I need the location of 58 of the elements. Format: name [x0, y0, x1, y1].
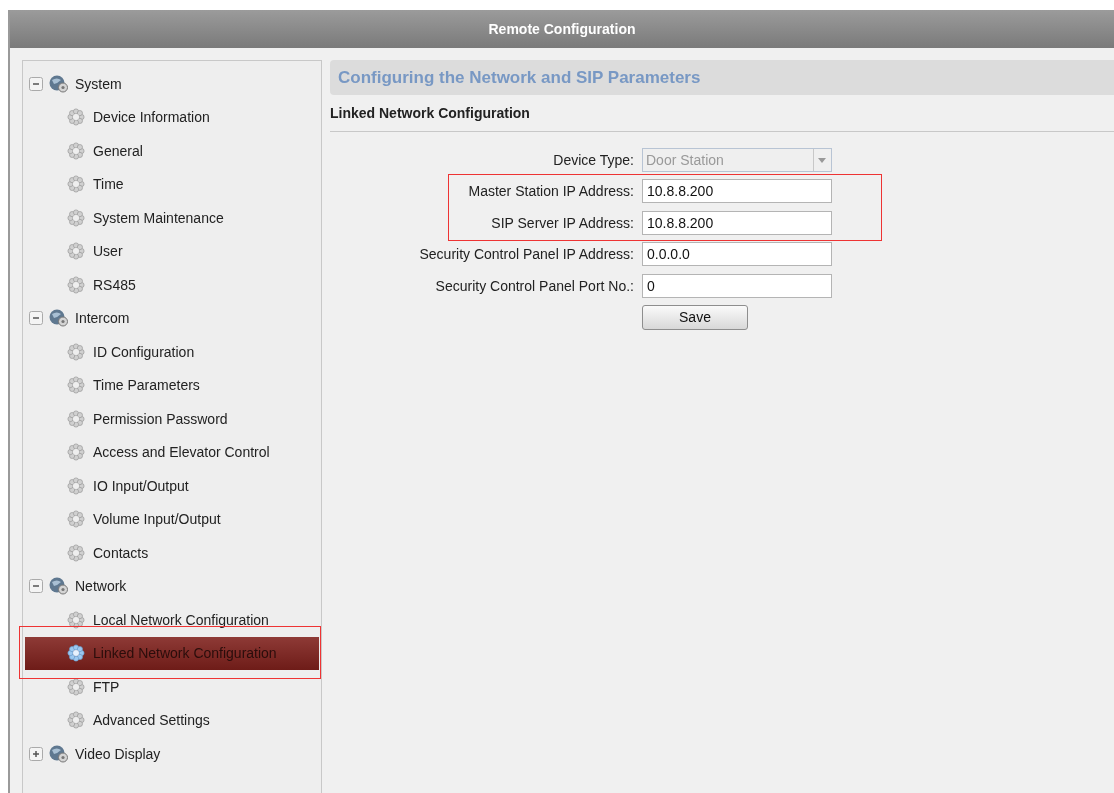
globe-gear-icon: [49, 74, 69, 93]
collapse-icon[interactable]: [29, 311, 43, 326]
collapse-icon[interactable]: [29, 76, 43, 91]
save-button[interactable]: Save: [642, 304, 748, 330]
gear-icon: [67, 175, 85, 194]
gear-icon: [67, 108, 85, 127]
field-label: SIP Server IP Address:: [490, 214, 634, 231]
tree-item[interactable]: User: [25, 234, 319, 268]
tree-item[interactable]: Access and Elevator Control: [25, 435, 319, 469]
tree-item[interactable]: FTP: [25, 670, 319, 704]
tree-group-label[interactable]: Network: [75, 578, 127, 595]
gear-icon: [67, 644, 85, 663]
header-title: Configuring the Network and SIP Parameters: [338, 67, 701, 88]
globe-gear-icon: [49, 744, 69, 763]
expand-icon[interactable]: [29, 746, 43, 761]
gear-icon: [67, 677, 85, 696]
tree-item[interactable]: Contacts: [25, 536, 319, 570]
gear-icon: [67, 510, 85, 529]
gear-icon: [67, 476, 85, 495]
gear-icon: [67, 275, 85, 294]
tree-item[interactable]: Advanced Settings: [25, 703, 319, 737]
gear-icon: [67, 409, 85, 428]
text-field[interactable]: 10.8.8.200: [642, 210, 832, 235]
window-title: Remote Configuration: [488, 21, 636, 37]
tree-item[interactable]: ID Configuration: [25, 335, 319, 369]
tree-item[interactable]: Local Network Configuration: [25, 603, 319, 637]
tree-group-label[interactable]: Video Display: [75, 745, 161, 762]
tree-item[interactable]: General: [25, 134, 319, 168]
field-label: Device Type:: [552, 151, 634, 168]
text-field[interactable]: 10.8.8.200: [642, 179, 832, 204]
tree-item[interactable]: System Maintenance: [25, 201, 319, 235]
tree-item[interactable]: RS485: [25, 268, 319, 302]
field-label: Security Control Panel Port No.:: [434, 277, 634, 294]
gear-icon: [67, 208, 85, 227]
gear-icon: [67, 610, 85, 629]
gear-icon: [67, 443, 85, 462]
tree-group-label[interactable]: System: [75, 75, 122, 92]
collapse-icon[interactable]: [29, 579, 43, 594]
gear-icon: [67, 141, 85, 160]
field-label: Master Station IP Address:: [467, 183, 634, 200]
globe-gear-icon: [49, 309, 69, 328]
section-title: Linked Network Configuration: [330, 105, 530, 121]
gear-icon: [67, 543, 85, 562]
text-field[interactable]: 0.0.0.0: [642, 242, 832, 267]
tree-item[interactable]: IO Input/Output: [25, 469, 319, 503]
tree-item[interactable]: Device Information: [25, 100, 319, 134]
field-label: Security Control Panel IP Address:: [418, 246, 634, 263]
tree-item[interactable]: Volume Input/Output: [25, 502, 319, 536]
globe-gear-icon: [49, 577, 69, 596]
text-field[interactable]: 0: [642, 273, 832, 298]
tree-group-label[interactable]: Intercom: [75, 310, 130, 327]
gear-icon: [67, 376, 85, 395]
gear-icon: [67, 342, 85, 361]
gear-icon: [67, 242, 85, 261]
tree-item[interactable]: Time: [25, 167, 319, 201]
tree-item[interactable]: Permission Password: [25, 402, 319, 436]
tree-item[interactable]: Time Parameters: [25, 368, 319, 402]
gear-icon: [67, 711, 85, 730]
